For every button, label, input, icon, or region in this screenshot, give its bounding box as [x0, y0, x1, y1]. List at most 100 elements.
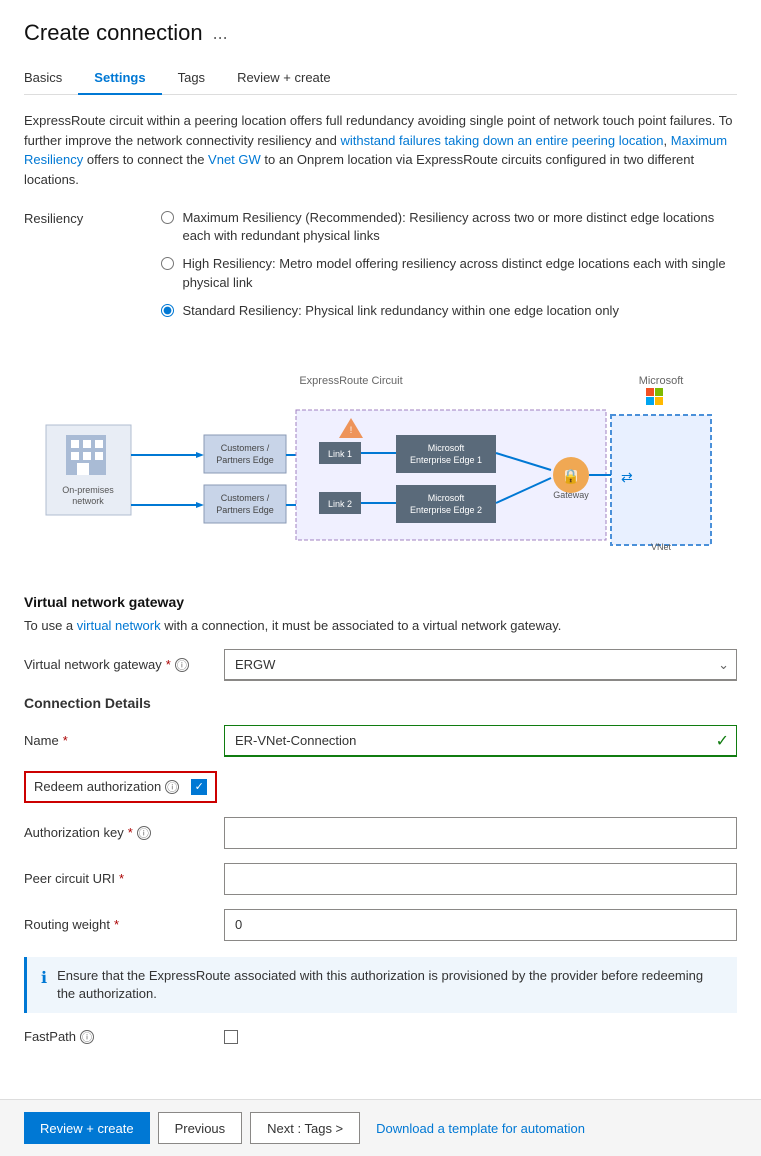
routing-weight-field-row: Routing weight *: [24, 909, 737, 941]
peer-circuit-label: Peer circuit URI *: [24, 871, 224, 886]
connection-details-title: Connection Details: [24, 695, 737, 711]
resiliency-options: Maximum Resiliency (Recommended): Resili…: [161, 209, 737, 330]
fastpath-checkbox[interactable]: [224, 1030, 238, 1044]
radio-standard-input[interactable]: [161, 304, 174, 317]
svg-text:Gateway: Gateway: [553, 490, 589, 500]
auth-key-input-wrap: [224, 817, 737, 849]
vng-field-row: Virtual network gateway * ⓘ ERGW ⌄: [24, 649, 737, 681]
svg-text:Microsoft: Microsoft: [427, 443, 464, 453]
connection-details-section: Connection Details Name * ✓ Redeem autho…: [24, 695, 737, 1044]
peer-circuit-label-text: Peer circuit URI: [24, 871, 115, 886]
routing-weight-input-wrap: [224, 909, 737, 941]
previous-button[interactable]: Previous: [158, 1112, 243, 1144]
info-text: ExpressRoute circuit within a peering lo…: [24, 111, 737, 189]
fastpath-label: FastPath ⓘ: [24, 1029, 224, 1044]
vng-required-star: *: [166, 657, 171, 672]
vng-info-icon[interactable]: ⓘ: [175, 658, 189, 672]
page-title: Create connection: [24, 20, 203, 46]
review-create-button[interactable]: Review + create: [24, 1112, 150, 1144]
page-header: Create connection ...: [24, 20, 737, 46]
auth-key-label: Authorization key * ⓘ: [24, 825, 224, 840]
name-input-wrap: ✓: [224, 725, 737, 757]
tab-tags[interactable]: Tags: [162, 62, 221, 95]
tab-bar: Basics Settings Tags Review + create: [24, 62, 737, 95]
vng-section: Virtual network gateway To use a virtual…: [24, 594, 737, 681]
name-required-star: *: [63, 733, 68, 748]
info-box-icon: ℹ: [41, 968, 47, 988]
microsoft-label: Microsoft: [638, 375, 683, 387]
vng-section-desc: To use a virtual network with a connecti…: [24, 618, 737, 633]
vng-select-wrap: ERGW ⌄: [224, 649, 737, 681]
radio-maximum-input[interactable]: [161, 211, 174, 224]
name-label-text: Name: [24, 733, 59, 748]
radio-maximum: Maximum Resiliency (Recommended): Resili…: [161, 209, 737, 245]
vng-field-label: Virtual network gateway * ⓘ: [24, 657, 224, 672]
fastpath-label-text: FastPath: [24, 1029, 76, 1044]
next-button[interactable]: Next : Tags >: [250, 1112, 360, 1144]
auth-key-label-text: Authorization key: [24, 825, 124, 840]
info-box-text: Ensure that the ExpressRoute associated …: [57, 967, 723, 1003]
tab-settings[interactable]: Settings: [78, 62, 161, 95]
peer-circuit-required-star: *: [119, 871, 124, 886]
svg-text:Customers /: Customers /: [220, 493, 269, 503]
name-check-icon: ✓: [716, 731, 729, 751]
redeem-checkbox[interactable]: [191, 779, 207, 795]
radio-high-label[interactable]: High Resiliency: Metro model offering re…: [182, 255, 737, 291]
routing-weight-input[interactable]: [224, 909, 737, 941]
radio-high: High Resiliency: Metro model offering re…: [161, 255, 737, 291]
virtual-network-link[interactable]: virtual network: [77, 618, 161, 633]
svg-text:!: !: [349, 425, 352, 435]
svg-text:Microsoft: Microsoft: [427, 493, 464, 503]
svg-text:On-premises: On-premises: [62, 485, 114, 495]
radio-standard: Standard Resiliency: Physical link redun…: [161, 302, 737, 320]
vng-select-container: ERGW ⌄: [224, 649, 737, 681]
resiliency-label: Resiliency: [24, 209, 161, 226]
routing-weight-required-star: *: [114, 917, 119, 932]
radio-maximum-label[interactable]: Maximum Resiliency (Recommended): Resili…: [182, 209, 737, 245]
svg-text:Partners Edge: Partners Edge: [216, 505, 274, 515]
name-input[interactable]: [224, 725, 737, 757]
redeem-text: Redeem authorization: [34, 779, 161, 794]
redeem-label-text: Redeem authorization ⓘ: [34, 779, 179, 794]
withstand-link[interactable]: withstand failures taking down an entire…: [340, 133, 663, 148]
redeem-authorization-row: Redeem authorization ⓘ: [24, 771, 217, 803]
svg-text:🔒: 🔒: [562, 468, 579, 485]
tab-review-create[interactable]: Review + create: [221, 62, 347, 95]
vng-select[interactable]: ERGW: [224, 649, 737, 681]
page-title-ellipsis: ...: [213, 23, 228, 44]
tab-basics[interactable]: Basics: [24, 62, 78, 95]
peer-circuit-field-row: Peer circuit URI *: [24, 863, 737, 895]
svg-text:Enterprise Edge 1: Enterprise Edge 1: [409, 455, 481, 465]
resiliency-diagram: ExpressRoute Circuit Microsoft: [41, 370, 721, 570]
auth-key-required-star: *: [128, 825, 133, 840]
routing-weight-label: Routing weight *: [24, 917, 224, 932]
auth-key-info-icon[interactable]: ⓘ: [137, 826, 151, 840]
name-field-label: Name *: [24, 733, 224, 748]
diagram-section: ExpressRoute Circuit Microsoft: [24, 370, 737, 570]
bottom-bar: Review + create Previous Next : Tags > D…: [0, 1099, 761, 1156]
info-box: ℹ Ensure that the ExpressRoute associate…: [24, 957, 737, 1013]
svg-text:⇄: ⇄: [621, 469, 633, 485]
svg-text:Link 2: Link 2: [327, 499, 351, 509]
fastpath-row: FastPath ⓘ: [24, 1029, 737, 1044]
vng-section-title: Virtual network gateway: [24, 594, 737, 610]
radio-standard-label[interactable]: Standard Resiliency: Physical link redun…: [182, 302, 618, 320]
resiliency-section: Resiliency Maximum Resiliency (Recommend…: [24, 209, 737, 350]
name-field-row: Name * ✓: [24, 725, 737, 757]
radio-high-input[interactable]: [161, 257, 174, 270]
redeem-info-icon[interactable]: ⓘ: [165, 780, 179, 794]
auth-key-input[interactable]: [224, 817, 737, 849]
fastpath-info-icon[interactable]: ⓘ: [80, 1030, 94, 1044]
svg-text:Enterprise Edge 2: Enterprise Edge 2: [409, 505, 481, 515]
routing-weight-label-text: Routing weight: [24, 917, 110, 932]
svg-text:network: network: [72, 496, 104, 506]
download-template-button[interactable]: Download a template for automation: [368, 1115, 593, 1142]
vng-label-text: Virtual network gateway: [24, 657, 162, 672]
svg-text:VNet: VNet: [650, 542, 671, 552]
auth-key-field-row: Authorization key * ⓘ: [24, 817, 737, 849]
vnet-gw-link[interactable]: Vnet GW: [208, 152, 261, 167]
peer-circuit-input[interactable]: [224, 863, 737, 895]
svg-text:Customers /: Customers /: [220, 443, 269, 453]
expressroute-label: ExpressRoute Circuit: [299, 375, 402, 387]
svg-text:Link 1: Link 1: [327, 449, 351, 459]
